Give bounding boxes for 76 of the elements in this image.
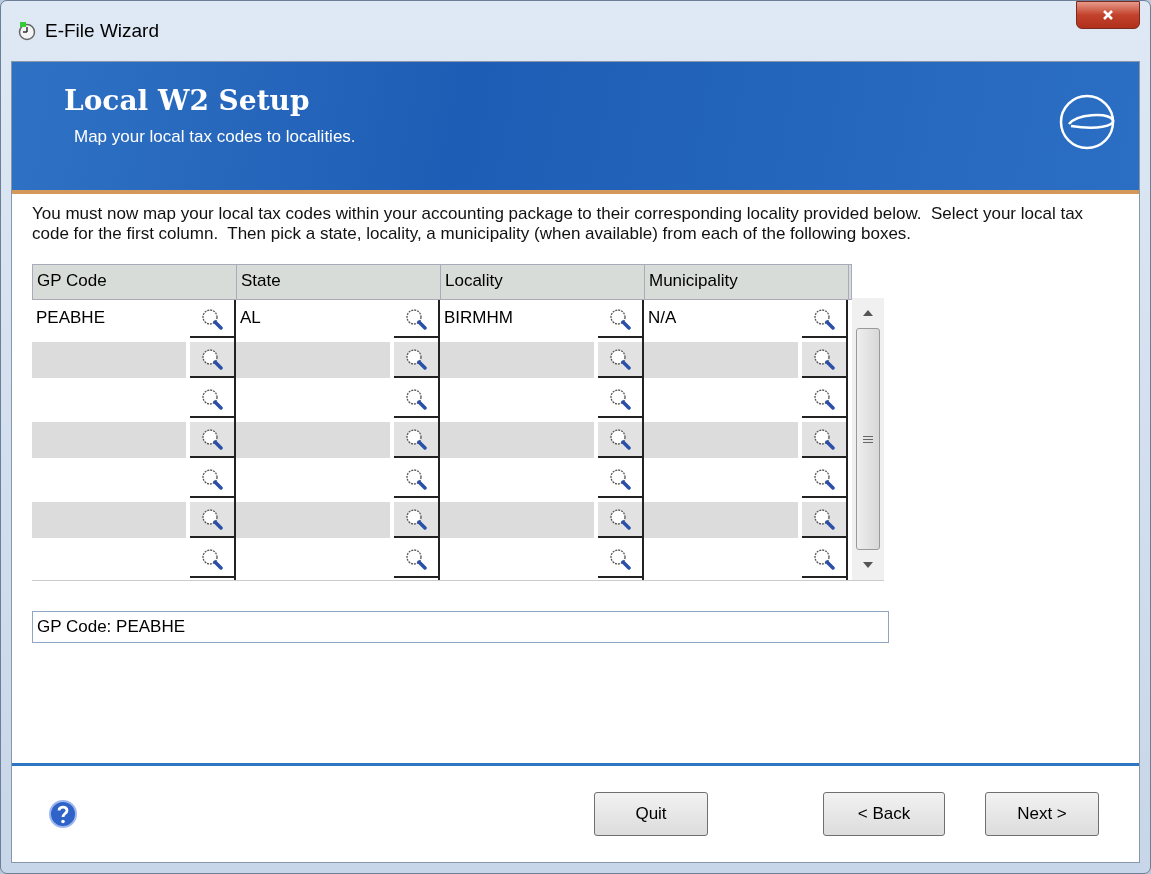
empty-cell[interactable] <box>440 502 594 538</box>
table-cell[interactable]: N/A <box>644 302 798 338</box>
status-field: GP Code: PEABHE <box>32 611 889 643</box>
magnifier-icon <box>405 388 427 410</box>
empty-cell[interactable] <box>440 422 594 458</box>
lookup-button[interactable] <box>802 502 846 538</box>
lookup-button[interactable] <box>598 342 642 378</box>
wizard-button[interactable]: Quit <box>594 792 708 836</box>
scrollbar[interactable] <box>852 298 884 580</box>
table-cell[interactable]: PEABHE <box>32 302 186 338</box>
lookup-button[interactable] <box>598 422 642 458</box>
column-header: GP Code <box>33 265 237 299</box>
lookup-button[interactable] <box>190 502 234 538</box>
help-icon[interactable] <box>48 799 78 829</box>
table-cell[interactable]: AL <box>236 302 390 338</box>
scroll-up-icon[interactable] <box>863 310 873 316</box>
magnifier-icon <box>405 508 427 530</box>
window-title: E-File Wizard <box>45 20 159 42</box>
magnifier-icon <box>813 388 835 410</box>
wizard-button[interactable]: Next > <box>985 792 1099 836</box>
magnifier-icon <box>609 348 631 370</box>
magnifier-icon <box>405 548 427 570</box>
empty-cell[interactable] <box>32 502 186 538</box>
empty-cell[interactable] <box>644 342 798 378</box>
empty-cell[interactable] <box>644 502 798 538</box>
empty-cell[interactable] <box>32 342 186 378</box>
magnifier-icon <box>609 508 631 530</box>
magnifier-icon <box>405 308 427 330</box>
logo-icon <box>1057 92 1117 152</box>
column-header: Municipality <box>645 265 849 299</box>
magnifier-icon <box>813 308 835 330</box>
empty-cell[interactable] <box>644 422 798 458</box>
magnifier-icon <box>813 468 835 490</box>
lookup-button[interactable] <box>394 342 438 378</box>
lookup-button[interactable] <box>190 422 234 458</box>
empty-cell[interactable] <box>32 422 186 458</box>
close-icon <box>1102 9 1114 21</box>
wizard-button[interactable]: < Back <box>823 792 945 836</box>
magnifier-icon <box>813 508 835 530</box>
magnifier-icon <box>813 428 835 450</box>
lookup-button[interactable] <box>802 422 846 458</box>
magnifier-icon <box>609 388 631 410</box>
magnifier-icon <box>201 548 223 570</box>
magnifier-icon <box>609 428 631 450</box>
instruction-text: You must now map your local tax codes within your accounting package to their corresponding locality provided below. Select your local tax code for the first column. Then pick a state, locality, a municipality (when available) from each of the following boxes. <box>32 204 1085 244</box>
magnifier-icon <box>405 468 427 490</box>
table-cell[interactable]: BIRMHM <box>440 302 594 338</box>
magnifier-icon <box>405 428 427 450</box>
empty-cell[interactable] <box>440 342 594 378</box>
magnifier-icon <box>813 548 835 570</box>
page-subtitle: Map your local tax codes to localities. <box>74 127 356 147</box>
magnifier-icon <box>609 308 631 330</box>
magnifier-icon <box>201 388 223 410</box>
column-header: State <box>237 265 441 299</box>
lookup-button[interactable] <box>802 342 846 378</box>
lookup-button[interactable] <box>394 502 438 538</box>
clock-icon <box>17 21 37 41</box>
empty-cell[interactable] <box>236 342 390 378</box>
magnifier-icon <box>201 348 223 370</box>
scroll-down-icon[interactable] <box>863 562 873 568</box>
magnifier-icon <box>609 468 631 490</box>
close-button[interactable] <box>1076 1 1140 29</box>
empty-cell[interactable] <box>236 502 390 538</box>
magnifier-icon <box>201 428 223 450</box>
magnifier-icon <box>405 348 427 370</box>
page-title: Local W2 Setup <box>64 84 311 117</box>
column-header: Locality <box>441 265 645 299</box>
magnifier-icon <box>201 508 223 530</box>
magnifier-icon <box>201 468 223 490</box>
magnifier-icon <box>813 348 835 370</box>
magnifier-icon <box>201 308 223 330</box>
lookup-button[interactable] <box>190 342 234 378</box>
empty-cell[interactable] <box>236 422 390 458</box>
lookup-button[interactable] <box>394 422 438 458</box>
lookup-button[interactable] <box>598 502 642 538</box>
magnifier-icon <box>609 548 631 570</box>
